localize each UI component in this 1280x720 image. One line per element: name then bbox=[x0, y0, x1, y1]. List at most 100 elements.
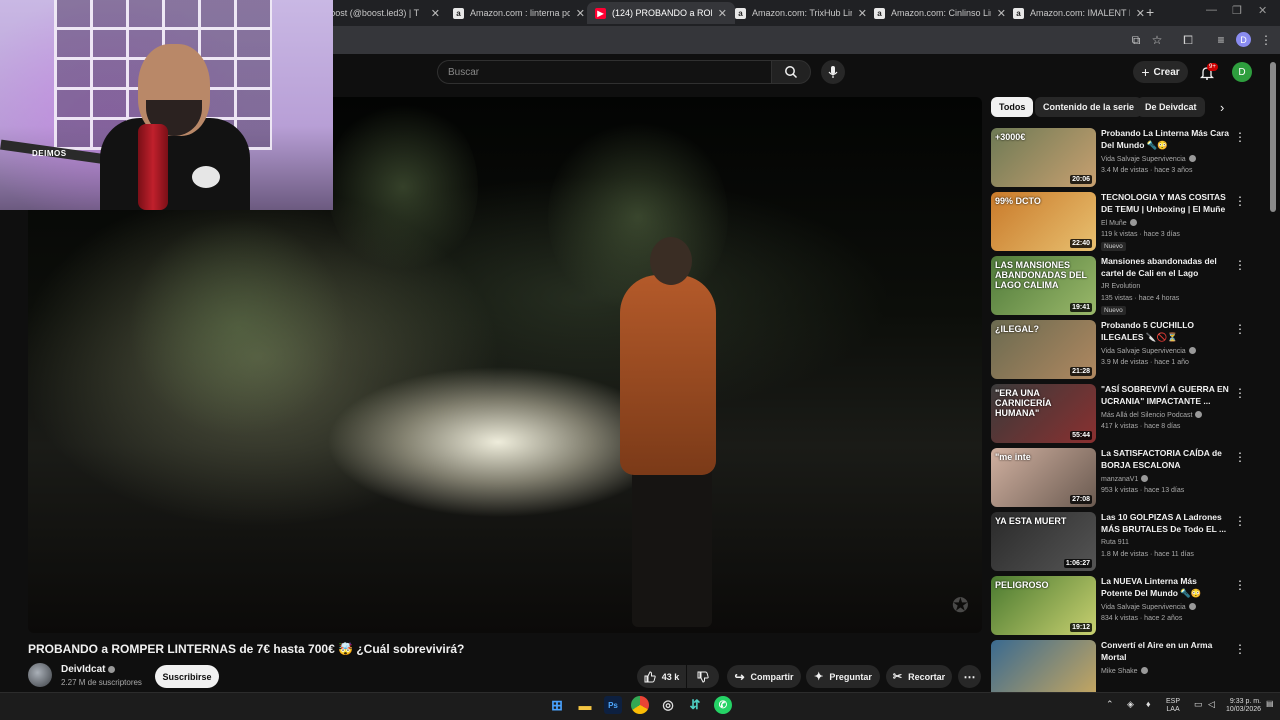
bookmark-star-icon[interactable]: ☆ bbox=[1150, 33, 1164, 47]
tab-close-icon[interactable]: ✕ bbox=[1136, 7, 1145, 20]
page-scrollbar[interactable] bbox=[1270, 62, 1276, 212]
more-actions-button[interactable]: ⋯ bbox=[958, 665, 981, 688]
more-vertical-icon[interactable]: ⋮ bbox=[1234, 130, 1246, 144]
recommended-title[interactable]: Probando 5 CUCHILLO ILEGALES 🔪🚫⏳ bbox=[1101, 320, 1229, 343]
channel-watermark-icon[interactable]: ✪ bbox=[952, 593, 969, 618]
chrome-icon[interactable] bbox=[631, 696, 649, 714]
minimize-icon[interactable]: — bbox=[1206, 4, 1217, 16]
video-thumbnail[interactable]: "ERA UNA CARNICERÍA HUMANA" 55:44 bbox=[991, 384, 1096, 443]
more-vertical-icon[interactable]: ⋮ bbox=[1234, 642, 1246, 656]
chevron-right-icon[interactable]: › bbox=[1220, 100, 1224, 115]
video-thumbnail[interactable]: LAS MANSIONES ABANDONADAS DEL LAGO CALIM… bbox=[991, 256, 1096, 315]
video-thumbnail[interactable]: YA ESTA MUERT 1:06:27 bbox=[991, 512, 1096, 571]
notification-center-icon[interactable]: ▤ bbox=[1266, 700, 1274, 708]
search-input[interactable] bbox=[448, 66, 771, 78]
tab-close-icon[interactable]: ✕ bbox=[431, 7, 440, 20]
windows-start-icon[interactable]: ⊞ bbox=[548, 696, 566, 714]
recommended-video[interactable]: PELIGROSO 19:12 La NUEVA Linterna Más Pote… bbox=[991, 576, 1251, 640]
clock[interactable]: 9:33 p. m. 10/03/2026 bbox=[1226, 698, 1261, 714]
channel-name[interactable]: DeivIdcat bbox=[61, 664, 116, 675]
tray-app-icon[interactable]: ◈ bbox=[1127, 700, 1134, 709]
maximize-icon[interactable]: ❐ bbox=[1232, 4, 1242, 17]
media-control-icon[interactable]: ≡ bbox=[1214, 33, 1228, 47]
recommended-title[interactable]: La NUEVA Linterna Más Potente Del Mundo … bbox=[1101, 576, 1229, 599]
browser-tab[interactable]: aAmazon.com: TrixHub Lintern✕ bbox=[727, 2, 875, 24]
dislike-button[interactable] bbox=[687, 665, 719, 688]
account-avatar[interactable]: D bbox=[1232, 62, 1252, 82]
clip-button[interactable]: ✂ Recortar bbox=[886, 665, 952, 688]
recommended-channel[interactable]: Mike Shake bbox=[1101, 667, 1148, 675]
extensions-icon[interactable]: ⧠ bbox=[1181, 33, 1195, 47]
recommended-video[interactable]: "ERA UNA CARNICERÍA HUMANA" 55:44 "ASÍ SOB… bbox=[991, 384, 1251, 448]
tray-overflow-icon[interactable]: ⌃ bbox=[1106, 700, 1114, 709]
more-vertical-icon[interactable]: ⋮ bbox=[1234, 194, 1246, 208]
video-thumbnail[interactable]: 99% DCTO 22:40 bbox=[991, 192, 1096, 251]
like-button[interactable]: 43 k bbox=[637, 665, 686, 688]
more-vertical-icon[interactable]: ⋮ bbox=[1234, 386, 1246, 400]
recommended-channel[interactable]: Vida Salvaje Supervivencia bbox=[1101, 347, 1196, 355]
chip-series-content[interactable]: Contenido de la serie bbox=[1035, 97, 1143, 117]
video-thumbnail[interactable]: +3000€ 20:06 bbox=[991, 128, 1096, 187]
create-label: Crear bbox=[1153, 66, 1180, 78]
recommended-channel[interactable]: Ruta 911 bbox=[1101, 539, 1129, 546]
recommended-video[interactable]: Convertí el Aire en un Arma Mortal Mike S… bbox=[991, 640, 1251, 692]
create-button[interactable]: + Crear bbox=[1133, 61, 1188, 83]
recommended-title[interactable]: "ASÍ SOBREVIVÍ A GUERRA EN UCRANIA" IMPA… bbox=[1101, 384, 1229, 407]
recommended-channel[interactable]: manzanaV1 bbox=[1101, 475, 1149, 483]
recommended-video[interactable]: 99% DCTO 22:40 TECNOLOGIA Y MAS COSITAS DE… bbox=[991, 192, 1251, 256]
recommended-channel[interactable]: El Muñe bbox=[1101, 219, 1137, 227]
ask-button[interactable]: ✦ Preguntar bbox=[806, 665, 880, 688]
subscribe-button[interactable]: Suscribirse bbox=[155, 665, 219, 688]
recommended-title[interactable]: La SATISFACTORIA CAÍDA de BORJA ESCALONA bbox=[1101, 448, 1229, 471]
recommended-video[interactable]: LAS MANSIONES ABANDONADAS DEL LAGO CALIM… bbox=[991, 256, 1251, 320]
tray-mic-icon[interactable]: ♦ bbox=[1146, 700, 1151, 709]
video-thumbnail[interactable]: "me inte 27:08 bbox=[991, 448, 1096, 507]
recommended-video[interactable]: YA ESTA MUERT 1:06:27 Las 10 GOLPIZAS A La… bbox=[991, 512, 1251, 576]
video-thumbnail[interactable]: PELIGROSO 19:12 bbox=[991, 576, 1096, 635]
recommended-video[interactable]: ¿ILEGAL? 21:28 Probando 5 CUCHILLO ILEGALE… bbox=[991, 320, 1251, 384]
recommended-title[interactable]: Las 10 GOLPIZAS A Ladrones MÁS BRUTALES … bbox=[1101, 512, 1229, 535]
tab-close-icon[interactable]: ✕ bbox=[718, 7, 727, 20]
new-tab-button[interactable]: + bbox=[1146, 4, 1154, 20]
obs-icon[interactable]: ◎ bbox=[659, 696, 677, 714]
recommended-video[interactable]: "me inte 27:08 La SATISFACTORIA CAÍDA de B… bbox=[991, 448, 1251, 512]
more-vertical-icon[interactable]: ⋮ bbox=[1234, 450, 1246, 464]
recommended-channel[interactable]: Vida Salvaje Supervivencia bbox=[1101, 155, 1196, 163]
more-vertical-icon[interactable]: ⋮ bbox=[1234, 514, 1246, 528]
recommended-channel[interactable]: Más Allá del Silencio Podcast bbox=[1101, 411, 1203, 419]
video-thumbnail[interactable] bbox=[991, 640, 1096, 692]
recommended-title[interactable]: Convertí el Aire en un Arma Mortal bbox=[1101, 640, 1229, 663]
close-window-icon[interactable]: ✕ bbox=[1258, 4, 1267, 17]
more-vertical-icon[interactable]: ⋮ bbox=[1234, 258, 1246, 272]
search-button[interactable] bbox=[771, 60, 811, 84]
recommended-channel[interactable]: Vida Salvaje Supervivencia bbox=[1101, 603, 1196, 611]
browser-menu-icon[interactable]: ⋮ bbox=[1259, 33, 1273, 47]
more-vertical-icon[interactable]: ⋮ bbox=[1234, 578, 1246, 592]
chip-from-channel[interactable]: De Deivdcat bbox=[1137, 97, 1205, 117]
recommended-channel[interactable]: JR Evolution bbox=[1101, 283, 1140, 290]
file-explorer-icon[interactable]: ▬ bbox=[576, 696, 594, 714]
recommended-title[interactable]: Probando La Linterna Más Cara Del Mundo … bbox=[1101, 128, 1229, 151]
browser-tab[interactable]: aAmazon.com: Cinlinso Linter✕ bbox=[866, 2, 1014, 24]
network-icon[interactable]: ▭ bbox=[1194, 700, 1203, 709]
more-vertical-icon[interactable]: ⋮ bbox=[1234, 322, 1246, 336]
chip-all[interactable]: Todos bbox=[991, 97, 1034, 117]
browser-profile-avatar[interactable]: D bbox=[1236, 32, 1251, 47]
photoshop-icon[interactable]: Ps bbox=[604, 696, 622, 714]
share-button[interactable]: ↪ Compartir bbox=[727, 665, 801, 688]
install-app-icon[interactable]: ⧉ bbox=[1129, 33, 1143, 47]
tab-close-icon[interactable]: ✕ bbox=[576, 7, 585, 20]
browser-tab[interactable]: a Amazon.com : linterna potente ✕ bbox=[445, 2, 593, 24]
whatsapp-icon[interactable]: ✆ bbox=[714, 696, 732, 714]
browser-tab[interactable]: a Amazon.com: IMALENT MS1 ✕ bbox=[1005, 2, 1153, 24]
volume-icon[interactable]: ◁ bbox=[1208, 700, 1215, 709]
video-thumbnail[interactable]: ¿ILEGAL? 21:28 bbox=[991, 320, 1096, 379]
language-indicator[interactable]: ESP LAA bbox=[1166, 698, 1180, 714]
recommended-title[interactable]: Mansiones abandonadas del cartel de Cali… bbox=[1101, 256, 1229, 280]
voice-search-button[interactable] bbox=[821, 60, 845, 84]
browser-tab[interactable]: ▶ (124) PROBANDO a ROMPER ✕ bbox=[587, 2, 735, 24]
recommended-title[interactable]: TECNOLOGIA Y MAS COSITAS DE TEMU | Unbox… bbox=[1101, 192, 1229, 215]
channel-avatar[interactable] bbox=[28, 663, 52, 687]
streaming-app-icon[interactable]: ⇵ bbox=[686, 696, 704, 714]
recommended-video[interactable]: +3000€ 20:06 Probando La Linterna Más Cara… bbox=[991, 128, 1251, 192]
